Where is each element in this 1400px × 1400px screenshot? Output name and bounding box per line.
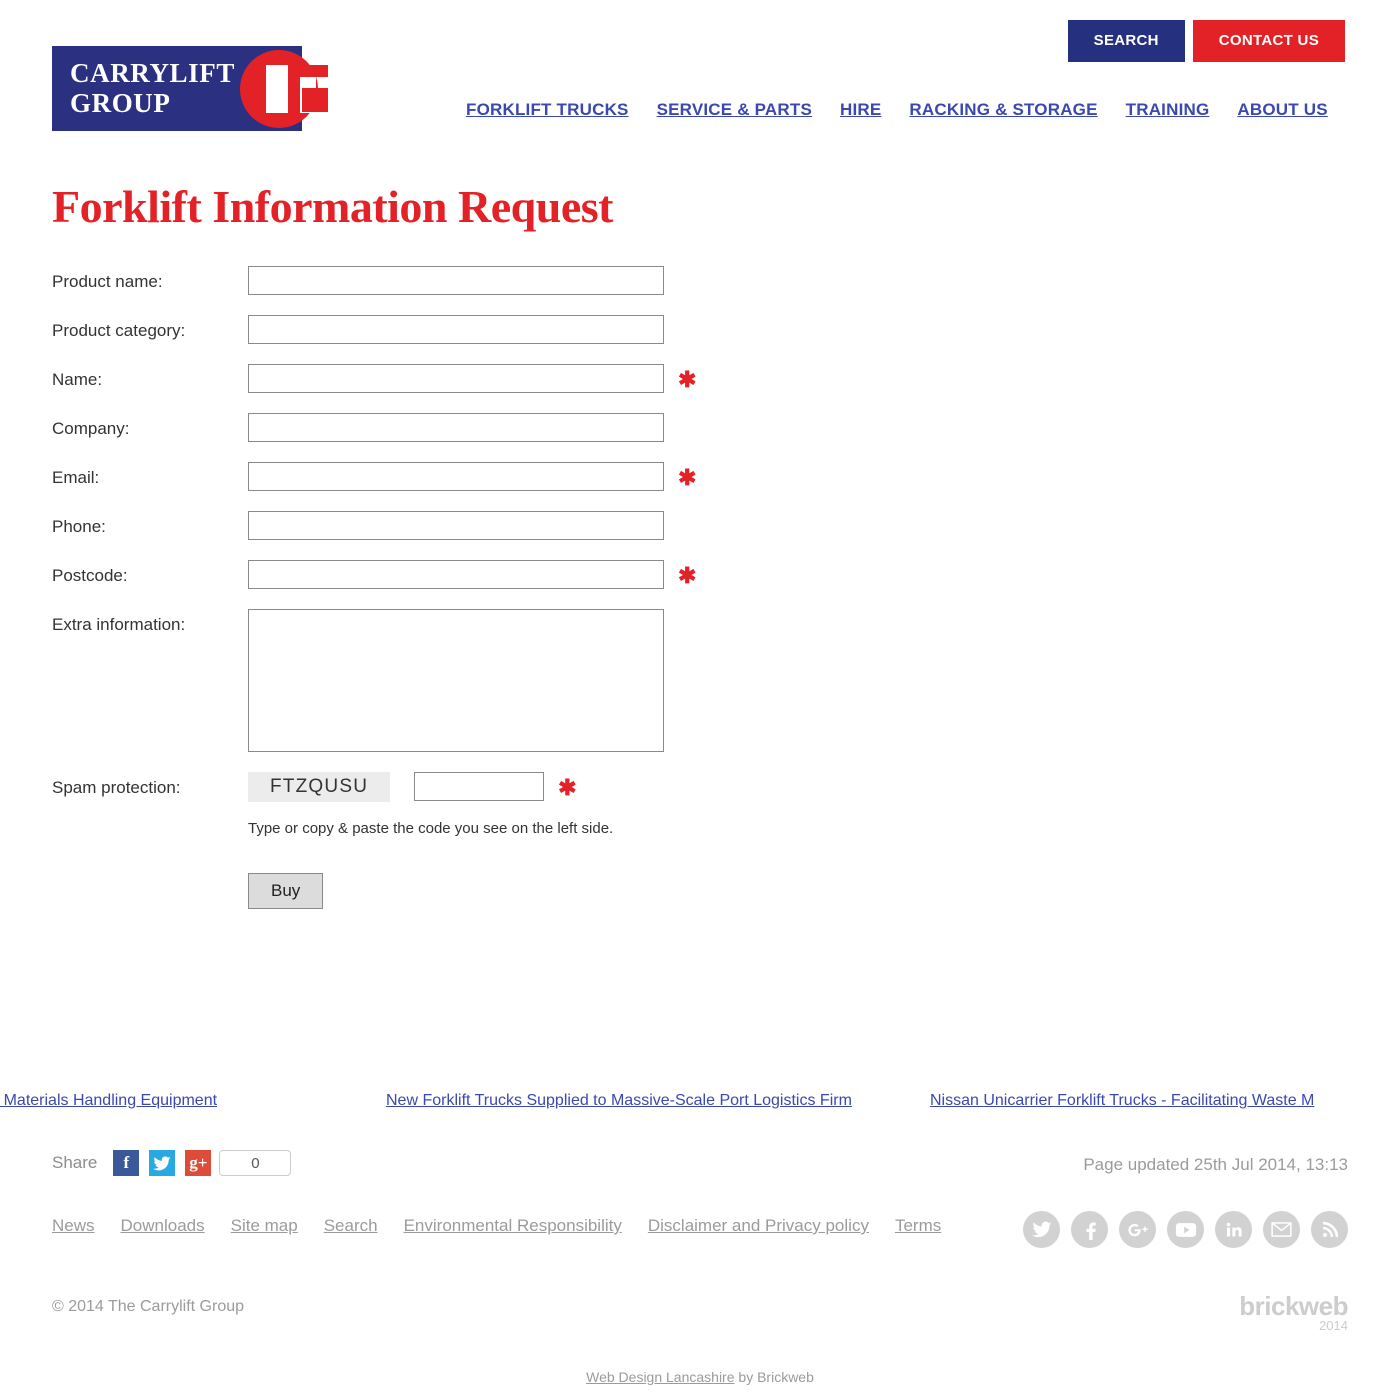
- page-updated-text: Page updated 25th Jul 2014, 13:13: [1083, 1155, 1348, 1174]
- form-row-spam-protection: Spam protection: FTZQUSU ✱: [52, 772, 1348, 802]
- share-googleplus-icon[interactable]: g+: [185, 1150, 212, 1176]
- logo-text: CARRYLIFT GROUP: [70, 58, 235, 118]
- form-row-product-name: Product name:: [52, 266, 1348, 295]
- form-row-company: Company:: [52, 413, 1348, 442]
- product-category-input[interactable]: [248, 315, 664, 344]
- required-marker-email: ✱: [678, 465, 697, 490]
- copyright-text: © 2014 The Carrylift Group: [52, 1298, 245, 1315]
- required-marker-captcha: ✱: [558, 775, 577, 800]
- rss-icon[interactable]: [1311, 1211, 1348, 1248]
- news-link-3[interactable]: Nissan Unicarrier Forklift Trucks - Faci…: [930, 1092, 1314, 1110]
- share-row: Share f g+ 0: [52, 1150, 292, 1176]
- form-row-postcode: Postcode: ✱: [52, 560, 1348, 589]
- footer-links: News Downloads Site map Search Environme…: [52, 1216, 992, 1236]
- postcode-input[interactable]: [248, 560, 664, 589]
- form-row-product-category: Product category:: [52, 315, 1348, 344]
- logo-g-mark-icon: [240, 46, 328, 131]
- googleplus-icon[interactable]: [1119, 1211, 1156, 1248]
- web-design-credit: Web Design Lancashire by Brickweb: [0, 1369, 1400, 1385]
- search-button[interactable]: SEARCH: [1067, 20, 1185, 62]
- news-link-2[interactable]: New Forklift Trucks Supplied to Massive-…: [386, 1092, 852, 1110]
- required-marker-postcode: ✱: [678, 563, 697, 588]
- label-spam-protection: Spam protection:: [52, 778, 181, 797]
- footer-link-search[interactable]: Search: [324, 1216, 378, 1236]
- nav-item-forklift-trucks[interactable]: FORKLIFT TRUCKS: [466, 100, 629, 120]
- nav-item-training[interactable]: TRAINING: [1126, 100, 1210, 120]
- footer-link-news[interactable]: News: [52, 1216, 95, 1236]
- form-row-extra-information: Extra information:: [52, 609, 1348, 752]
- forklift-information-request-form: Product name: Product category: Name: ✱ …: [52, 266, 1348, 909]
- brickweb-year: 2014: [1319, 1318, 1348, 1333]
- phone-input[interactable]: [248, 511, 664, 540]
- share-count: 0: [219, 1150, 292, 1176]
- label-postcode: Postcode:: [52, 566, 128, 585]
- footer-link-downloads[interactable]: Downloads: [121, 1216, 205, 1236]
- label-name: Name:: [52, 370, 103, 389]
- name-input[interactable]: [248, 364, 664, 393]
- nav-item-racking-storage[interactable]: RACKING & STORAGE: [909, 100, 1097, 120]
- label-company: Company:: [52, 419, 130, 438]
- label-extra-information: Extra information:: [52, 615, 186, 634]
- nav-item-service-parts[interactable]: SERVICE & PARTS: [657, 100, 812, 120]
- site-header: SEARCH CONTACT US CARRYLIFT GROUP FORKLI…: [0, 0, 1400, 152]
- brickweb-name: brickweb: [1239, 1291, 1348, 1321]
- logo-line-1: CARRYLIFT: [70, 58, 235, 88]
- company-input[interactable]: [248, 413, 664, 442]
- required-marker-name: ✱: [678, 367, 697, 392]
- share-facebook-icon[interactable]: f: [113, 1150, 140, 1176]
- email-input[interactable]: [248, 462, 664, 491]
- buy-submit-button[interactable]: Buy: [248, 873, 324, 909]
- label-phone: Phone:: [52, 517, 106, 536]
- site-logo[interactable]: CARRYLIFT GROUP: [52, 46, 328, 133]
- footer-link-environmental-responsibility[interactable]: Environmental Responsibility: [404, 1216, 622, 1236]
- share-twitter-icon[interactable]: [149, 1150, 176, 1176]
- credit-suffix: by Brickweb: [734, 1369, 814, 1385]
- share-label: Share: [52, 1153, 98, 1172]
- footer-link-site-map[interactable]: Site map: [231, 1216, 298, 1236]
- extra-information-textarea[interactable]: [248, 609, 664, 752]
- youtube-icon[interactable]: [1167, 1211, 1204, 1248]
- product-name-input[interactable]: [248, 266, 664, 295]
- news-ticker-strip: s and Materials Handling Equipment New F…: [0, 1092, 1400, 1122]
- captcha-input[interactable]: [414, 772, 545, 801]
- main-navigation: FORKLIFT TRUCKS SERVICE & PARTS HIRE RAC…: [466, 100, 1328, 120]
- page-title: Forklift Information Request: [52, 181, 613, 232]
- social-icons: [1023, 1211, 1348, 1248]
- label-email: Email:: [52, 468, 100, 487]
- logo-line-2: GROUP: [70, 88, 171, 118]
- web-design-lancashire-link[interactable]: Web Design Lancashire: [586, 1369, 734, 1385]
- news-link-1[interactable]: s and Materials Handling Equipment: [0, 1092, 217, 1110]
- form-row-email: Email: ✱: [52, 462, 1348, 491]
- form-submit-row: Buy: [248, 873, 1348, 909]
- linkedin-icon[interactable]: [1215, 1211, 1252, 1248]
- captcha-help-text: Type or copy & paste the code you see on…: [248, 820, 614, 837]
- label-product-name: Product name:: [52, 272, 163, 291]
- label-product-category: Product category:: [52, 321, 186, 340]
- form-row-name: Name: ✱: [52, 364, 1348, 393]
- footer-link-terms[interactable]: Terms: [895, 1216, 941, 1236]
- twitter-icon[interactable]: [1023, 1211, 1060, 1248]
- captcha-code: FTZQUSU: [248, 772, 391, 802]
- form-row-phone: Phone:: [52, 511, 1348, 540]
- nav-item-hire[interactable]: HIRE: [840, 100, 881, 120]
- email-icon[interactable]: [1263, 1211, 1300, 1248]
- nav-item-about-us[interactable]: ABOUT US: [1237, 100, 1327, 120]
- header-action-buttons: SEARCH CONTACT US: [1067, 20, 1345, 62]
- contact-us-button[interactable]: CONTACT US: [1192, 20, 1345, 62]
- facebook-icon[interactable]: [1071, 1211, 1108, 1248]
- footer-link-disclaimer-privacy[interactable]: Disclaimer and Privacy policy: [648, 1216, 869, 1236]
- brickweb-logo: brickweb 2014: [1239, 1293, 1348, 1333]
